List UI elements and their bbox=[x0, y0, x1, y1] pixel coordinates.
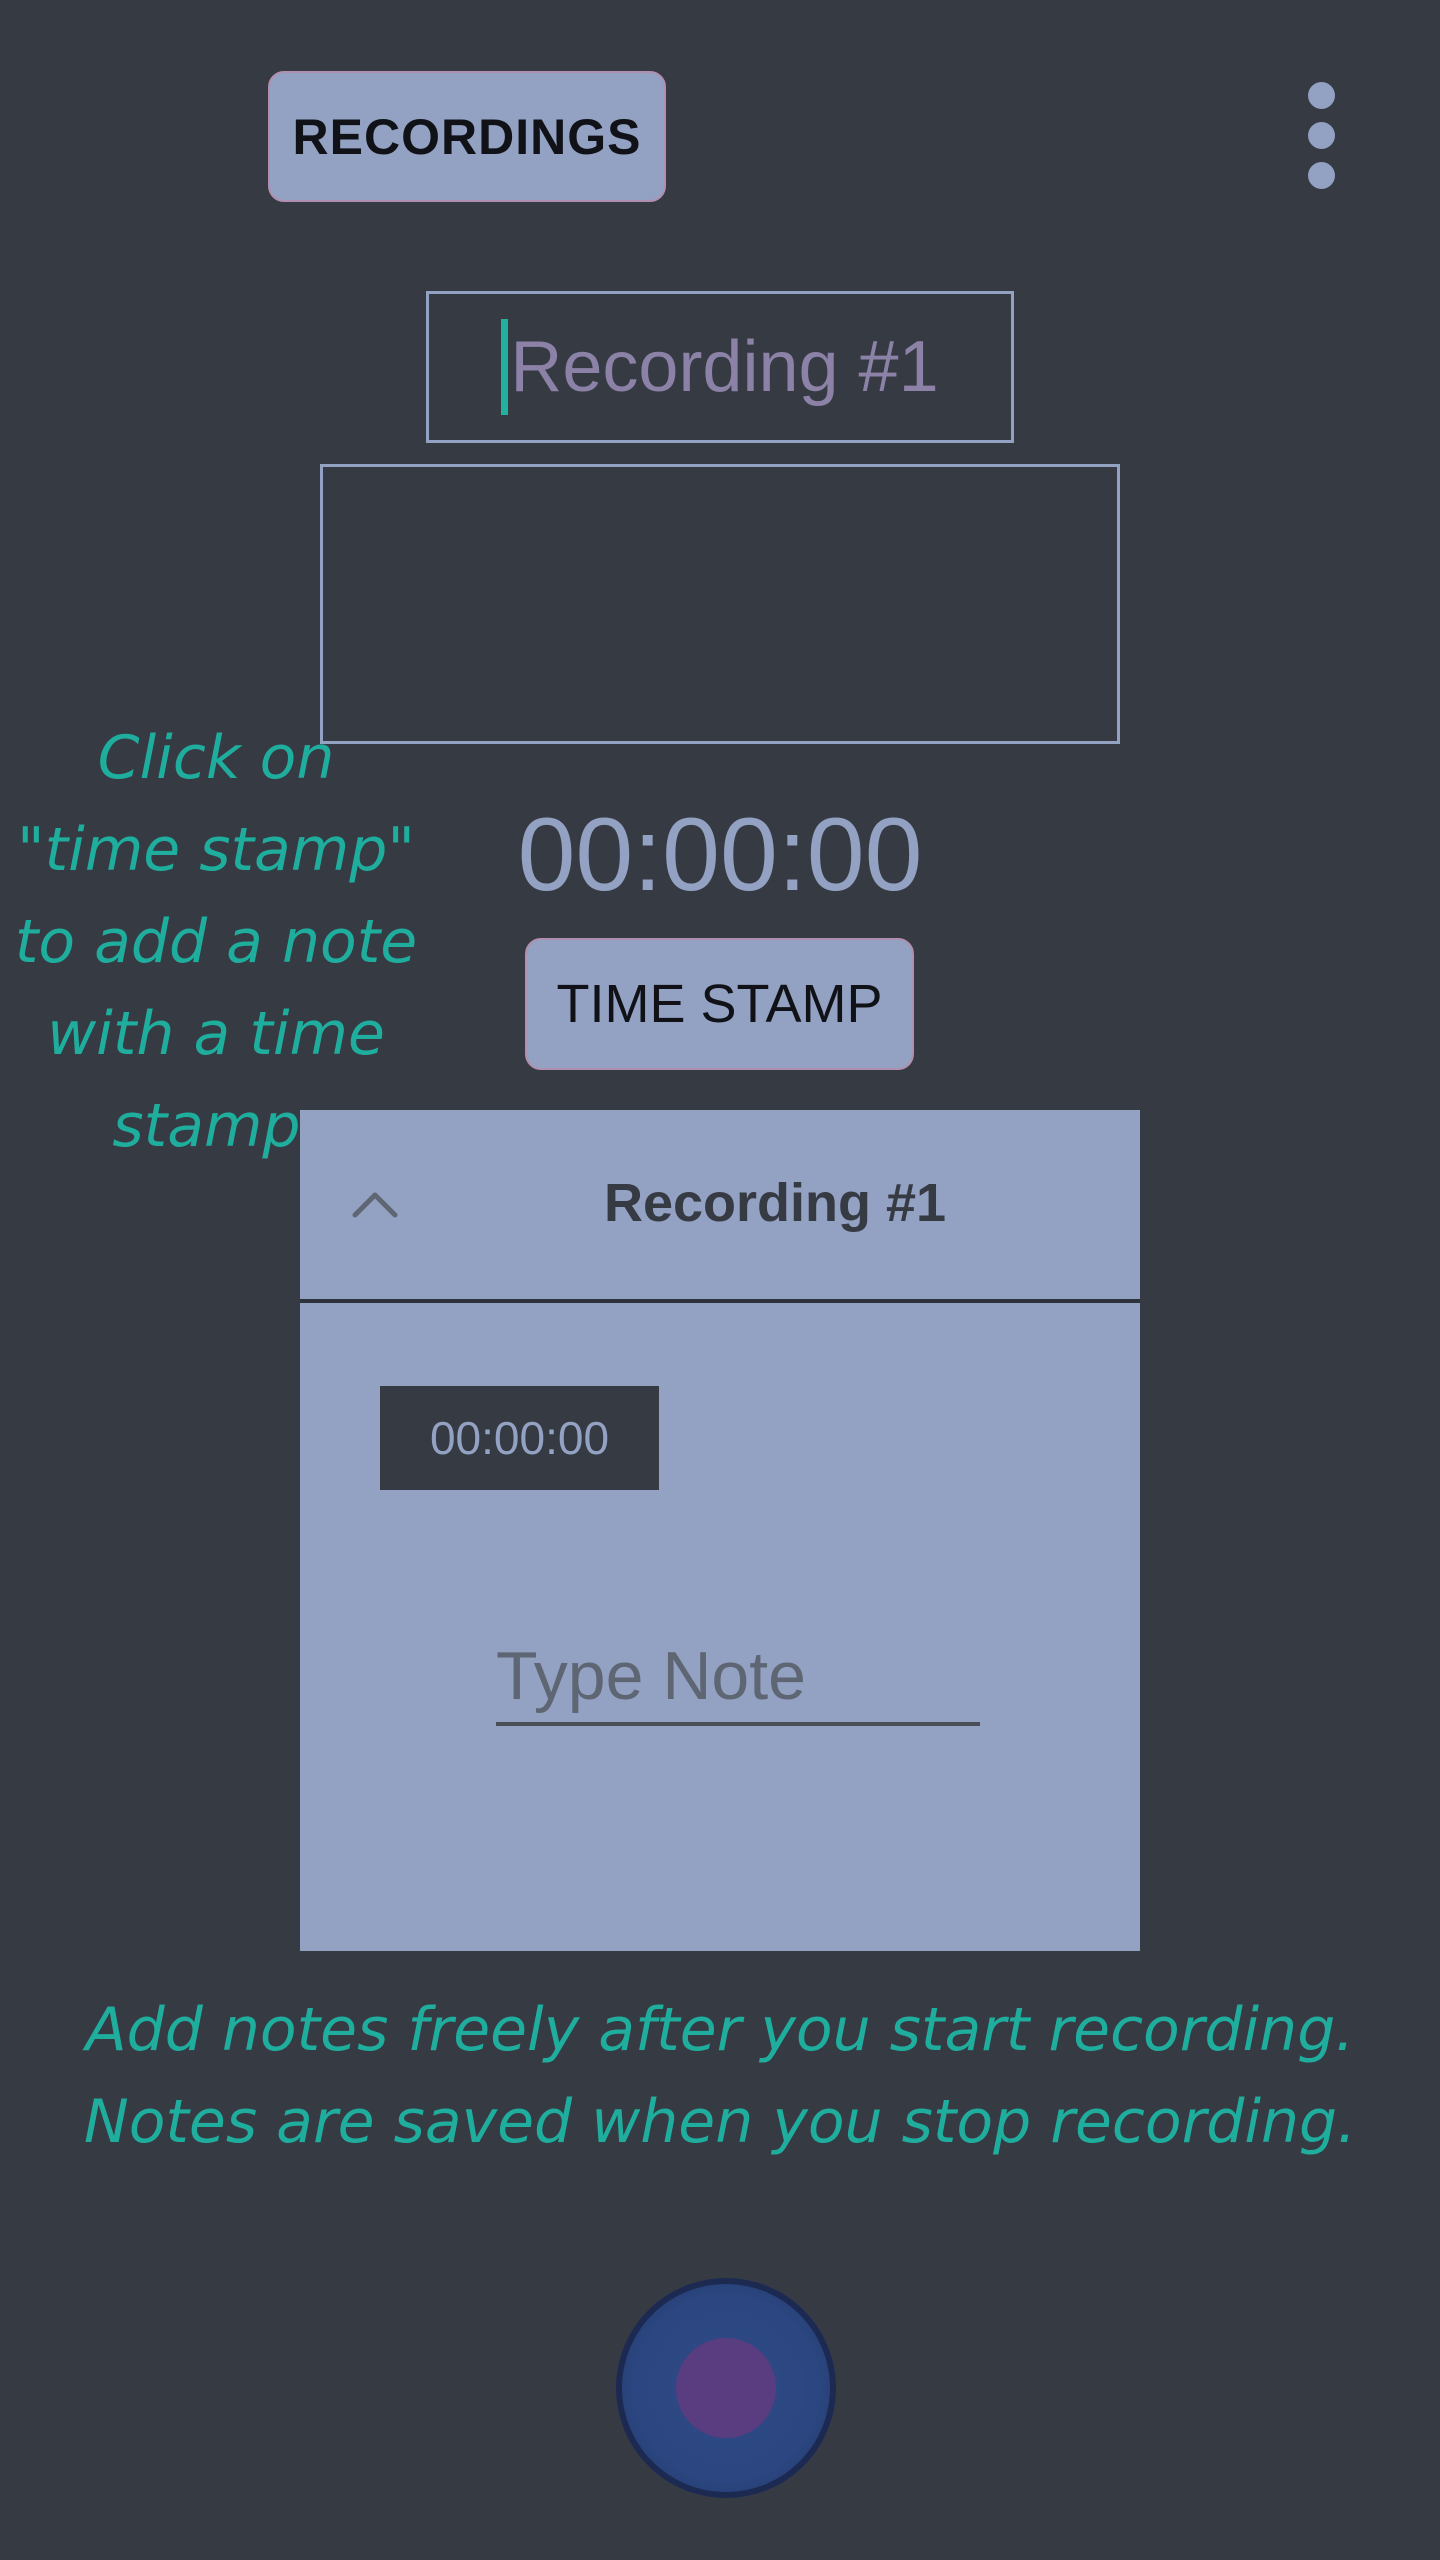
main-screen: RECORDINGS Recording #1 Click on "time s… bbox=[0, 0, 1440, 2560]
note-time-stamp[interactable]: 00:00:00 bbox=[380, 1386, 659, 1490]
note-card-title: Recording #1 bbox=[603, 1173, 947, 1233]
time-stamp-hint: Click on "time stamp" to add a note with… bbox=[14, 723, 418, 1161]
notes-hint: Add notes freely after you start recordi… bbox=[83, 1995, 1357, 2157]
recording-title-field[interactable]: Recording #1 bbox=[426, 291, 1014, 443]
chevron-up-icon[interactable] bbox=[350, 1180, 400, 1230]
record-icon bbox=[676, 2338, 776, 2438]
time-stamp-button[interactable]: TIME STAMP bbox=[525, 938, 914, 1070]
note-input[interactable] bbox=[496, 1630, 980, 1726]
note-card: Recording #1 00:00:00 bbox=[300, 1110, 1140, 1951]
menu-dot bbox=[1307, 161, 1335, 189]
recording-info-box bbox=[320, 464, 1120, 744]
more-vert-icon[interactable] bbox=[1290, 70, 1352, 200]
recording-timer: 00:00:00 bbox=[517, 797, 923, 913]
record-button[interactable] bbox=[616, 2278, 836, 2498]
text-cursor bbox=[501, 319, 509, 415]
note-card-header[interactable]: Recording #1 bbox=[300, 1110, 1140, 1303]
menu-dot bbox=[1307, 121, 1335, 149]
menu-dot bbox=[1307, 81, 1335, 109]
recordings-button[interactable]: RECORDINGS bbox=[268, 71, 666, 202]
recording-title-placeholder: Recording #1 bbox=[510, 327, 939, 407]
